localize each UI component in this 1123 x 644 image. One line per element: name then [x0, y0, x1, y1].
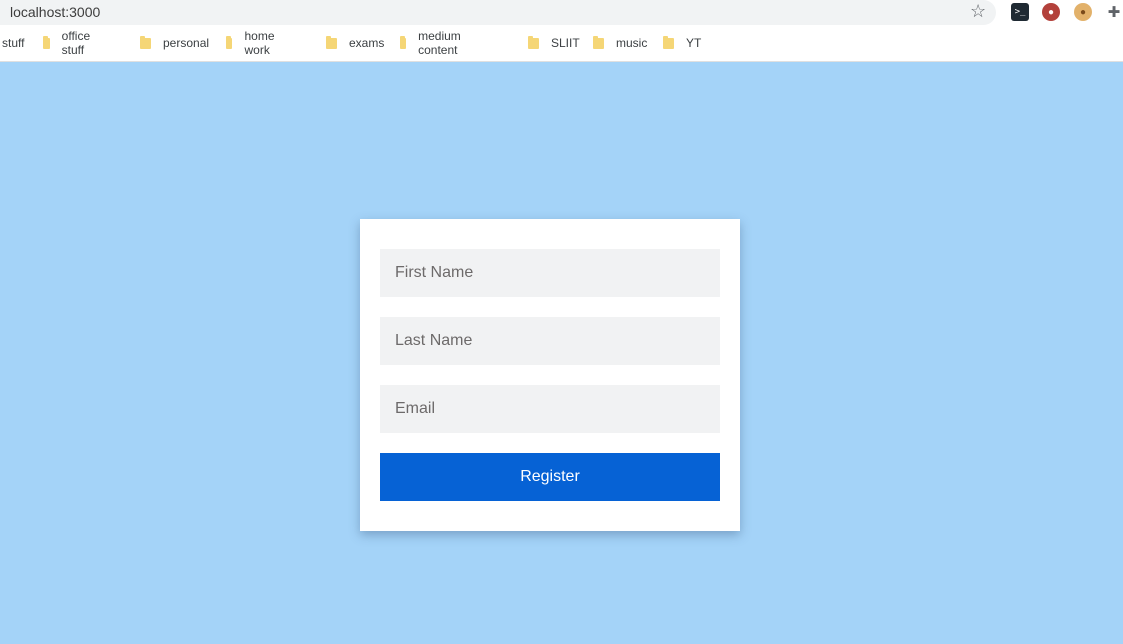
- folder-icon: [663, 35, 674, 49]
- bookmark-label: stuff: [2, 36, 25, 50]
- folder-icon: [140, 35, 151, 49]
- register-button[interactable]: Register: [380, 453, 720, 501]
- registration-card: Register: [360, 219, 740, 531]
- folder-icon: [226, 35, 233, 49]
- url-text[interactable]: localhost:3000: [10, 4, 100, 20]
- bookmark-item[interactable]: SLIIT: [528, 32, 580, 54]
- folder-icon: [400, 35, 407, 49]
- folder-icon: [43, 35, 50, 49]
- bookmark-item[interactable]: exams: [326, 32, 384, 54]
- bookmark-label: YT: [686, 36, 702, 50]
- star-icon[interactable]: ☆: [970, 1, 986, 22]
- bookmark-item[interactable]: music: [593, 32, 647, 54]
- bookmark-item[interactable]: office stuff: [43, 29, 94, 57]
- bookmark-item[interactable]: home work: [226, 29, 279, 57]
- email-input[interactable]: [380, 385, 720, 433]
- bookmark-label: home work: [244, 29, 275, 57]
- address-bar[interactable]: localhost:3000: [0, 0, 996, 25]
- bookmark-label: SLIIT: [551, 36, 580, 50]
- bookmark-item[interactable]: YT: [663, 32, 701, 54]
- last-name-input[interactable]: [380, 317, 720, 365]
- bookmark-label: music: [616, 36, 648, 50]
- bookmark-item[interactable]: personal: [140, 32, 209, 54]
- shield-extension-icon[interactable]: ●: [1042, 3, 1060, 21]
- bookmark-item[interactable]: stuff: [2, 32, 24, 54]
- cookie-extension-icon[interactable]: ●: [1074, 3, 1092, 21]
- folder-icon: [528, 35, 539, 49]
- bookmark-item[interactable]: medium content: [400, 29, 466, 57]
- bookmark-label: medium content: [418, 29, 461, 57]
- bookmark-label: office stuff: [61, 29, 91, 57]
- first-name-input[interactable]: [380, 249, 720, 297]
- folder-icon: [593, 35, 604, 49]
- bookmark-label: personal: [163, 36, 210, 50]
- puzzle-icon[interactable]: ✚: [1105, 3, 1123, 21]
- terminal-extension-icon[interactable]: >_: [1011, 3, 1029, 21]
- bookmark-label: exams: [349, 36, 385, 50]
- browser-toolbar: localhost:3000 ☆ >_ ● ● ✚ stuff office s…: [0, 0, 1123, 62]
- folder-icon: [326, 35, 337, 49]
